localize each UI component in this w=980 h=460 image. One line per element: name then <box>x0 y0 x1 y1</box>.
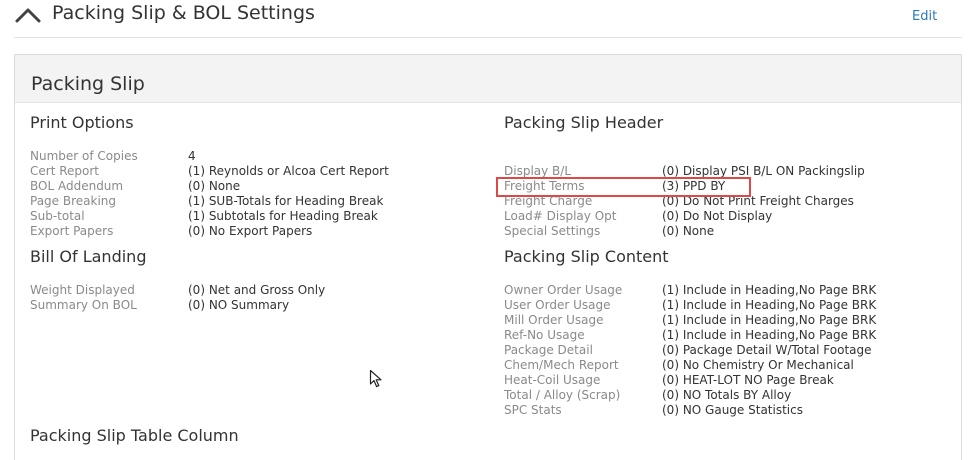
setting-label: Export Papers <box>30 224 114 238</box>
setting-label: Number of Copies <box>30 149 138 163</box>
setting-label: Load# Display Opt <box>504 209 617 223</box>
list-item: Total / Alloy (Scrap) (0) NO Totals BY Al… <box>504 388 944 403</box>
panel-title: Packing Slip <box>31 73 145 95</box>
setting-value: (1) SUB-Totals for Heading Break <box>188 194 384 208</box>
setting-value: (0) None <box>662 224 715 238</box>
packing-slip-header-title: Packing Slip Header <box>504 113 664 132</box>
setting-value: (0) Do Not Display <box>662 209 773 223</box>
setting-value: (0) NO Gauge Statistics <box>662 403 803 417</box>
setting-label: Total / Alloy (Scrap) <box>504 388 621 402</box>
setting-value: (1) Include in Heading,No Page BRK <box>662 313 877 327</box>
setting-label: Mill Order Usage <box>504 313 604 327</box>
setting-label: Weight Displayed <box>30 283 135 297</box>
setting-value: (1) Include in Heading,No Page BRK <box>662 283 877 297</box>
setting-label: Chem/Mech Report <box>504 358 619 372</box>
setting-label: Owner Order Usage <box>504 283 623 297</box>
list-item: Special Settings (0) None <box>504 224 944 239</box>
list-item: Page Breaking (1) SUB-Totals for Heading … <box>30 194 470 209</box>
list-item: Load# Display Opt (0) Do Not Display <box>504 209 944 224</box>
list-item: SPC Stats (0) NO Gauge Statistics <box>504 403 944 418</box>
setting-value: (0) No Export Papers <box>188 224 313 238</box>
setting-label: Ref-No Usage <box>504 328 585 342</box>
setting-value: (0) HEAT-LOT NO Page Break <box>662 373 834 387</box>
packing-slip-header-list: Display B/L (0) Display PSI B/L ON Packin… <box>504 164 944 239</box>
table-column-title: Packing Slip Table Column <box>30 426 239 445</box>
setting-label: Package Detail <box>504 343 593 357</box>
section-header: Packing Slip & BOL Settings Edit <box>0 0 980 38</box>
list-item: BOL Addendum (0) None <box>30 179 470 194</box>
setting-label: BOL Addendum <box>30 179 124 193</box>
setting-value: (0) Package Detail W/Total Footage <box>662 343 872 357</box>
setting-label: Special Settings <box>504 224 601 238</box>
setting-value: (0) NO Totals BY Alloy <box>662 388 792 402</box>
setting-value: (0) None <box>188 179 241 193</box>
list-item: Heat-Coil Usage (0) HEAT-LOT NO Page Brea… <box>504 373 944 388</box>
bill-of-landing-title: Bill Of Landing <box>30 247 147 266</box>
list-item: Summary On BOL (0) NO Summary <box>30 298 470 313</box>
section-title: Packing Slip & BOL Settings <box>52 2 315 24</box>
packing-slip-content-list: Owner Order Usage (1) Include in Heading,… <box>504 283 944 418</box>
setting-value: (0) NO Summary <box>188 298 290 312</box>
edit-link[interactable]: Edit <box>912 9 937 24</box>
print-options-list: Number of Copies 4 Cert Report (1) Reynold… <box>30 149 470 239</box>
setting-label: Sub-total <box>30 209 85 223</box>
setting-value: 4 <box>188 149 196 163</box>
setting-label: Summary On BOL <box>30 298 137 312</box>
setting-label: Heat-Coil Usage <box>504 373 601 387</box>
setting-value: (1) Subtotals for Heading Break <box>188 209 378 223</box>
list-item: Package Detail (0) Package Detail W/Total… <box>504 343 944 358</box>
chevron-up-icon[interactable] <box>14 5 42 25</box>
setting-label: Page Breaking <box>30 194 117 208</box>
bill-of-landing-list: Weight Displayed (0) Net and Gross Only S… <box>30 283 470 313</box>
packing-slip-content-title: Packing Slip Content <box>504 247 669 266</box>
list-item: Number of Copies 4 <box>30 149 470 164</box>
print-options-title: Print Options <box>30 113 134 132</box>
setting-label: SPC Stats <box>504 403 562 417</box>
list-item: Chem/Mech Report (0) No Chemistry Or Mech… <box>504 358 944 373</box>
setting-label: Cert Report <box>30 164 99 178</box>
setting-value: (1) Include in Heading,No Page BRK <box>662 328 877 342</box>
setting-value: (0) Net and Gross Only <box>188 283 326 297</box>
setting-value: (1) Reynolds or Alcoa Cert Report <box>188 164 389 178</box>
setting-value: (0) No Chemistry Or Mechanical <box>662 358 854 372</box>
list-item: Cert Report (1) Reynolds or Alcoa Cert Re… <box>30 164 470 179</box>
setting-value: (1) Include in Heading,No Page BRK <box>662 298 877 312</box>
list-item: Mill Order Usage (1) Include in Heading,N… <box>504 313 944 328</box>
list-item: Weight Displayed (0) Net and Gross Only <box>30 283 470 298</box>
list-item: User Order Usage (1) Include in Heading,N… <box>504 298 944 313</box>
list-item: Export Papers (0) No Export Papers <box>30 224 470 239</box>
list-item: Sub-total (1) Subtotals for Heading Break <box>30 209 470 224</box>
list-item: Owner Order Usage (1) Include in Heading,… <box>504 283 944 298</box>
mouse-cursor-icon <box>369 369 382 388</box>
list-item: Ref-No Usage (1) Include in Heading,No Pa… <box>504 328 944 343</box>
highlight-box <box>496 177 751 197</box>
header-divider <box>14 37 962 38</box>
setting-label: User Order Usage <box>504 298 611 312</box>
panel-header: Packing Slip <box>15 55 961 103</box>
